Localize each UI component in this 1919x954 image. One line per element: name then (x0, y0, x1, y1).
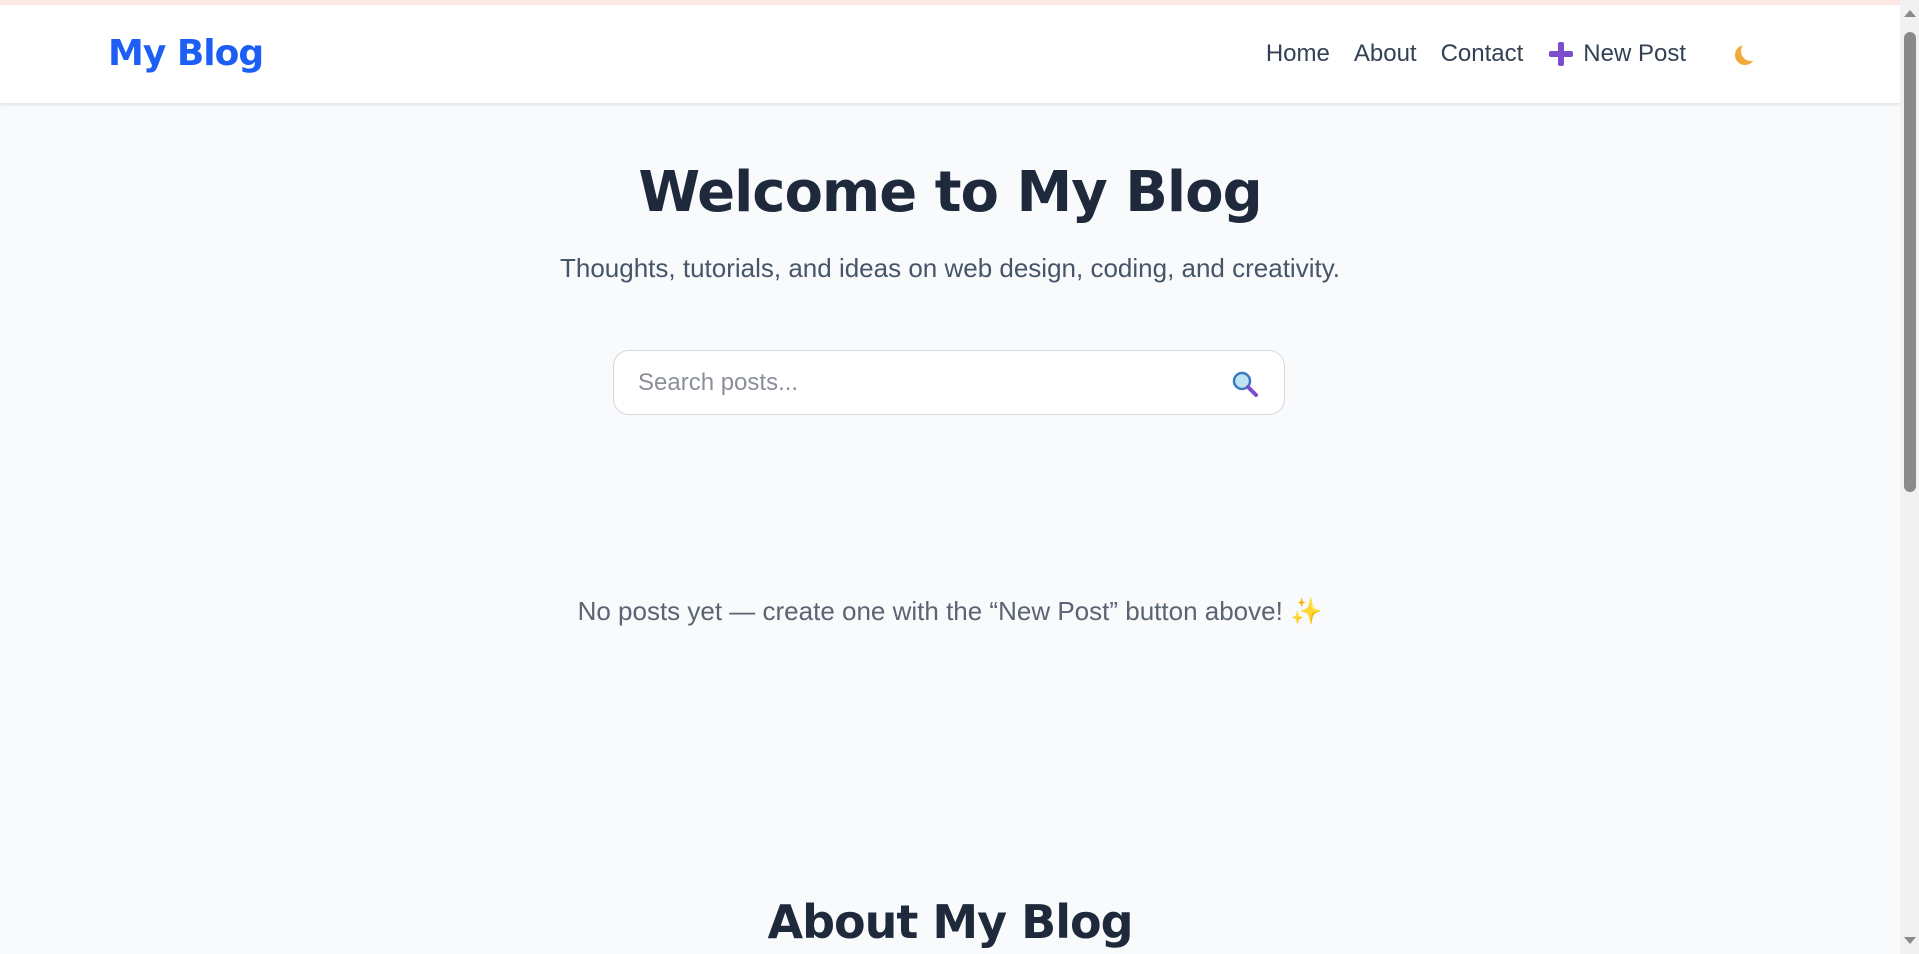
scroll-down-arrow-icon[interactable] (1904, 937, 1916, 944)
main-nav: Home About Contact New Post (1266, 39, 1760, 69)
empty-posts-message: No posts yet — create one with the “New … (0, 596, 1900, 627)
plus-icon (1549, 42, 1574, 66)
search-icon[interactable] (1232, 371, 1258, 397)
nav-about-link[interactable]: About (1354, 40, 1417, 68)
scroll-up-arrow-icon[interactable] (1904, 10, 1916, 17)
empty-posts-text: No posts yet — create one with the “New … (577, 596, 1283, 626)
sparkle-icon: ✨ (1290, 596, 1323, 626)
vertical-scrollbar[interactable] (1900, 0, 1919, 954)
site-logo[interactable]: My Blog (108, 33, 264, 74)
new-post-label: New Post (1583, 40, 1686, 67)
moon-icon (1741, 41, 1761, 61)
nav-contact-link[interactable]: Contact (1441, 40, 1524, 68)
new-post-button[interactable]: New Post (1549, 40, 1686, 68)
search-box (613, 350, 1285, 415)
about-section-title: About My Blog (767, 895, 1133, 949)
hero-title: Welcome to My Blog (638, 160, 1262, 225)
scrollbar-thumb[interactable] (1904, 32, 1916, 492)
page: My Blog Home About Contact New Post Welc… (0, 0, 1900, 954)
site-header: My Blog Home About Contact New Post (0, 5, 1900, 104)
search-input[interactable] (638, 351, 1198, 414)
nav-home-link[interactable]: Home (1266, 40, 1330, 68)
theme-toggle-button[interactable] (1730, 39, 1760, 69)
hero-subtitle: Thoughts, tutorials, and ideas on web de… (560, 253, 1340, 283)
